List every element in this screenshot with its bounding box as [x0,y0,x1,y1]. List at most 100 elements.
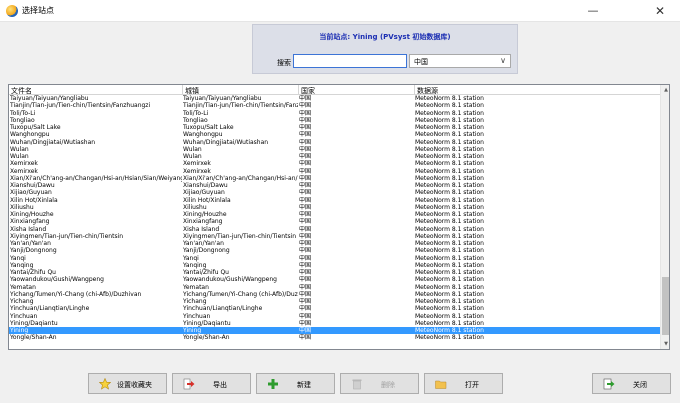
table-row[interactable]: Xemirxek Xemirxek 中国 MeteoNorm 8.1 station [9,160,660,167]
cell-source: MeteoNorm 8.1 station [415,312,484,320]
table-row[interactable]: Wulan Wulan 中国 MeteoNorm 8.1 station [9,146,660,153]
table-row[interactable]: Yantai/Zhifu Qu Yantai/Zhifu Qu 中国 MeteoNor… [9,269,660,276]
search-input[interactable] [293,54,407,68]
table-row[interactable]: Yongle/Shan-An Yongle/Shan-An 中国 MeteoNorm … [9,334,660,341]
cell-country: 中国 [299,247,312,255]
table-row[interactable]: Yining/Daqiantu Yining/Daqiantu 中国 MeteoNor… [9,320,660,327]
cell-country: 中国 [299,124,312,131]
scrollbar-thumb[interactable] [662,277,669,335]
export-arrow-icon [183,378,195,390]
cell-country: 中国 [299,298,312,305]
cell-filename: Yongle/Shan-An [10,334,57,342]
cell-source: MeteoNorm 8.1 station [415,261,484,269]
cell-town: Yanqing [183,261,207,269]
scroll-down-icon[interactable]: ▼ [661,339,669,349]
cell-source: MeteoNorm 8.1 station [415,283,484,291]
table-row-selected[interactable]: Yining Yining 中国 MeteoNorm 8.1 station [9,327,660,335]
cell-source: MeteoNorm 8.1 station [415,225,484,233]
cell-country: 中国 [299,232,312,240]
table-row[interactable]: Yinchuan Yinchuan 中国 MeteoNorm 8.1 station [9,313,660,320]
cell-town: Yichang [183,298,207,305]
cell-source: MeteoNorm 8.1 station [415,305,484,313]
table-row[interactable]: Yichang Yichang 中国 MeteoNorm 8.1 station [9,298,660,305]
cell-source: MeteoNorm 8.1 station [415,334,484,342]
table-row[interactable]: Yaowandukou/Gushi/Wangpeng Yaowandukou/Gu… [9,276,660,283]
cell-filename: Tianjin/Tian-jun/Tien-chin/Tientsin/Fanz… [10,102,151,110]
set-favorites-label: 设置收藏夹 [117,381,152,389]
scroll-up-icon[interactable]: ▲ [661,85,669,95]
table-row[interactable]: Tongliao Tongliao 中国 MeteoNorm 8.1 station [9,117,660,124]
table-row[interactable]: Toli/To-Li Toli/To-Li 中国 MeteoNorm 8.1 stat… [9,110,660,117]
table-row[interactable]: Wanghongpu Wanghongpu 中国 MeteoNorm 8.1 stat… [9,131,660,138]
table-row[interactable]: Xiyingmen/Tian-jun/Tien-chin/Tientsin Xiy… [9,233,660,240]
open-button[interactable]: 打开 [424,373,503,394]
table-row[interactable]: Xining/Houzhe Xining/Houzhe 中国 MeteoNorm 8.… [9,211,660,218]
delete-label: 删除 [381,381,395,389]
column-divider[interactable] [182,85,183,95]
table-row[interactable]: Yanqing Yanqing 中国 MeteoNorm 8.1 station [9,262,660,269]
table-body: Taiyuan/Taiyuan/Yangliabu Taiyuan/Taiyuan… [9,95,660,342]
table-row[interactable]: Xilin Hot/Xinlala Xilin Hot/Xinlala 中国 Mete… [9,197,660,204]
cell-filename: Yining/Daqiantu [10,319,58,327]
table-row[interactable]: Xianshui/Dawu Xianshui/Dawu 中国 MeteoNorm 8.… [9,182,660,189]
cell-filename: Xinxiangfang [10,218,50,226]
table-row[interactable]: Taiyuan/Taiyuan/Yangliabu Taiyuan/Taiyuan… [9,95,660,102]
table-row[interactable]: Yinchuan/Lianqtian/Linghe Yinchuan/Lianqt… [9,305,660,312]
cell-source: MeteoNorm 8.1 station [415,189,484,197]
cell-country: 中国 [299,319,312,327]
cell-country: 中国 [299,327,312,334]
new-button[interactable]: 新建 [256,373,335,394]
cell-town: Xianshui/Dawu [183,182,228,189]
column-divider[interactable] [298,85,299,95]
cell-country: 中国 [299,240,312,247]
table-row[interactable]: Yanqi Yanqi 中国 MeteoNorm 8.1 station [9,255,660,262]
vertical-scrollbar[interactable]: ▲ ▼ [660,85,669,349]
cell-source: MeteoNorm 8.1 station [415,182,484,189]
chevron-down-icon[interactable]: ∨ [498,56,508,66]
cell-country: 中国 [299,189,312,197]
station-table: 文件名 城镇 国家 数据源 Taiyuan/Taiyuan/Yangliabu T… [8,84,670,350]
cell-town: Tianjin/Tian-jun/Tien-chin/Tientsin/Fanz… [183,102,298,110]
table-row[interactable]: Yanji/Dongnong Yanji/Dongnong 中国 MeteoNorm … [9,247,660,254]
table-row[interactable]: Xijiao/Guyuan Xijiao/Guyuan 中国 MeteoNorm 8.… [9,189,660,196]
close-button[interactable]: 关闭 [592,373,671,394]
cell-town: Wanghongpu [183,131,223,139]
cell-town: Yongle/Shan-An [183,334,230,342]
table-row[interactable]: Tuxopu/Salt Lake Tuxopu/Salt Lake 中国 MeteoN… [9,124,660,131]
table-row[interactable]: Xisha Island Xisha Island 中国 MeteoNorm 8.1 … [9,226,660,233]
table-row[interactable]: Yichang/Tumen/Yi-Chang (chi-Afb)/Duzhiva… [9,291,660,298]
cell-source: MeteoNorm 8.1 station [415,131,484,139]
minimize-icon[interactable]: — [573,0,613,22]
cell-filename: Xianshui/Dawu [10,182,55,189]
cell-town: Yanji/Dongnong [183,247,230,255]
table-row[interactable]: Xemirxek Xemirxek 中国 MeteoNorm 8.1 station [9,168,660,175]
cell-source: MeteoNorm 8.1 station [415,247,484,255]
cell-town: Tongliao [183,116,208,124]
table-row[interactable]: Yematan Yematan 中国 MeteoNorm 8.1 station [9,284,660,291]
country-select[interactable]: 中国 ∨ [409,54,511,68]
close-window-icon[interactable]: ✕ [640,0,680,22]
table-row[interactable]: Xian/Xi'an/Ch'ang-an/Changan/Hsi-an/Hsia… [9,175,660,182]
cell-filename: Yining [10,327,29,334]
delete-button[interactable]: 删除 [340,373,419,394]
cell-filename: Yanqi [10,254,26,262]
cell-source: MeteoNorm 8.1 station [415,290,484,298]
cell-town: Xiyingmen/Tian-jun/Tien-chin/Tientsin [183,232,297,240]
cell-town: Toli/To-Li [183,109,209,117]
export-button[interactable]: 导出 [172,373,251,394]
column-divider[interactable] [414,85,415,95]
cell-country: 中国 [299,131,312,139]
cell-country: 中国 [299,334,312,342]
cell-country: 中国 [299,174,312,182]
table-row[interactable]: Yan'an/Yan'an Yan'an/Yan'an 中国 MeteoNorm 8.… [9,240,660,247]
cell-town: Xinxiangfang [183,218,223,226]
cell-town: Tuxopu/Salt Lake [183,124,234,131]
cell-town: Yaowandukou/Gushi/Wangpeng [183,276,277,284]
table-row[interactable]: Xiliushu Xiliushu 中国 MeteoNorm 8.1 station [9,204,660,211]
table-row[interactable]: Wulan Wulan 中国 MeteoNorm 8.1 station [9,153,660,160]
cell-filename: Xisha Island [10,225,47,233]
table-row[interactable]: Wuhan/Dingjiatai/Wutiashan Wuhan/Dingjiat… [9,139,660,146]
table-row[interactable]: Tianjin/Tian-jun/Tien-chin/Tientsin/Fanz… [9,102,660,109]
set-favorites-button[interactable]: 设置收藏夹 [88,373,167,394]
table-row[interactable]: Xinxiangfang Xinxiangfang 中国 MeteoNorm 8.1 … [9,218,660,225]
